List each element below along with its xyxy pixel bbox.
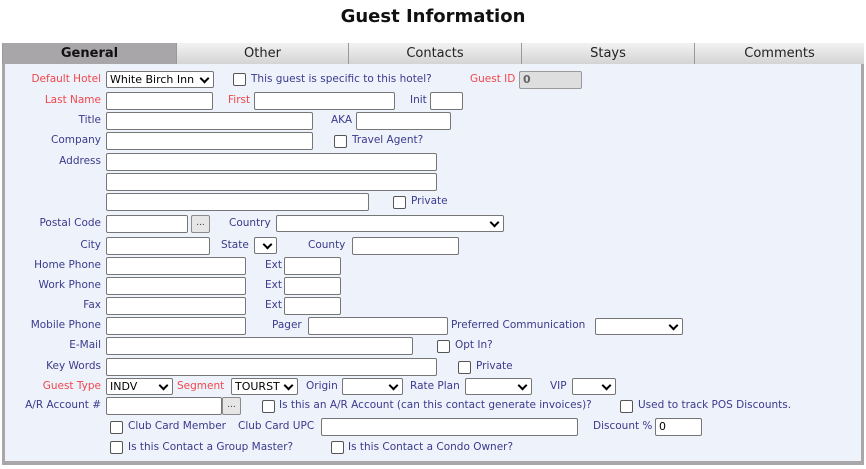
default-hotel-label: Default Hotel	[31, 73, 101, 85]
club-card-upc-input[interactable]	[321, 418, 578, 436]
fax-ext-input[interactable]	[284, 297, 341, 315]
last-name-label: Last Name	[44, 94, 101, 106]
address-line2-input[interactable]	[106, 173, 437, 191]
country-select[interactable]	[276, 215, 504, 232]
club-card-member-checkbox[interactable]	[110, 421, 123, 434]
club-card-member-label: Club Card Member	[128, 420, 226, 432]
city-input[interactable]	[106, 237, 210, 255]
work-ext-label: Ext	[265, 279, 282, 291]
state-select[interactable]	[254, 237, 277, 254]
address-private-label: Private	[411, 195, 448, 207]
mobile-phone-input[interactable]	[106, 317, 246, 335]
address-line1-input[interactable]	[106, 153, 437, 171]
postal-code-label: Postal Code	[39, 217, 101, 229]
ar-account-input[interactable]	[106, 397, 222, 415]
country-label: Country	[229, 217, 271, 229]
tab-comments[interactable]: Comments	[694, 43, 864, 64]
condo-owner-checkbox[interactable]	[331, 441, 344, 454]
default-hotel-select[interactable]: White Birch Inn	[106, 71, 214, 88]
key-words-private-label: Private	[476, 360, 513, 372]
origin-label: Origin	[306, 380, 338, 392]
hotel-specific-label: This guest is specific to this hotel?	[251, 73, 432, 85]
is-ar-account-label: Is this an A/R Account (can this contact…	[279, 399, 592, 411]
hotel-specific-checkbox[interactable]	[233, 73, 246, 86]
is-ar-account-checkbox[interactable]	[262, 400, 275, 413]
email-input[interactable]	[106, 337, 413, 355]
tab-stays[interactable]: Stays	[521, 43, 694, 64]
pager-label: Pager	[272, 319, 302, 331]
address-label: Address	[59, 155, 101, 167]
rate-plan-select[interactable]	[465, 378, 532, 395]
discount-input[interactable]: 0	[655, 418, 702, 436]
company-label: Company	[51, 134, 101, 146]
home-phone-label: Home Phone	[34, 259, 101, 271]
postal-lookup-button[interactable]: ...	[191, 215, 210, 233]
discount-label: Discount %	[593, 420, 653, 432]
club-card-upc-label: Club Card UPC	[238, 420, 315, 432]
aka-input[interactable]	[356, 112, 451, 130]
guest-id-input: 0	[519, 71, 582, 89]
group-master-checkbox[interactable]	[110, 441, 123, 454]
fax-label: Fax	[83, 299, 101, 311]
opt-in-checkbox[interactable]	[437, 340, 450, 353]
guest-type-select[interactable]: INDV	[106, 378, 173, 395]
rate-plan-label: Rate Plan	[410, 380, 460, 392]
county-input[interactable]	[352, 237, 459, 255]
guest-id-label: Guest ID	[470, 73, 516, 85]
tab-contacts[interactable]: Contacts	[348, 43, 521, 64]
segment-label: Segment	[177, 380, 225, 392]
state-label: State	[221, 239, 249, 251]
travel-agent-label: Travel Agent?	[352, 134, 424, 146]
vip-label: VIP	[550, 380, 567, 392]
pos-discounts-label: Used to track POS Discounts.	[638, 399, 792, 411]
key-words-input[interactable]	[106, 358, 437, 376]
postal-code-input[interactable]	[106, 215, 188, 233]
last-name-input[interactable]	[106, 92, 213, 110]
address-line3-input[interactable]	[106, 193, 369, 211]
first-name-label: First	[228, 94, 251, 106]
email-label: E-Mail	[69, 339, 101, 351]
segment-select[interactable]: TOURST	[231, 378, 298, 395]
company-input[interactable]	[106, 132, 313, 150]
first-name-input[interactable]	[254, 92, 395, 110]
tab-general[interactable]: General	[2, 43, 176, 64]
guest-type-label: Guest Type	[42, 380, 101, 392]
title-label: Title	[78, 114, 101, 126]
work-phone-input[interactable]	[106, 277, 246, 295]
key-words-private-checkbox[interactable]	[458, 361, 471, 374]
key-words-label: Key Words	[46, 360, 101, 372]
ar-lookup-button[interactable]: ...	[222, 397, 241, 415]
ar-account-label: A/R Account #	[25, 399, 101, 411]
preferred-communication-label: Preferred Communication	[451, 319, 586, 331]
fax-ext-label: Ext	[265, 299, 282, 311]
opt-in-label: Opt In?	[455, 339, 493, 351]
mobile-phone-label: Mobile Phone	[30, 319, 101, 331]
group-master-label: Is this Contact a Group Master?	[128, 441, 294, 453]
title-input[interactable]	[106, 112, 313, 130]
pager-input[interactable]	[308, 317, 448, 335]
home-phone-input[interactable]	[106, 257, 246, 275]
init-input[interactable]	[430, 92, 463, 110]
tab-other[interactable]: Other	[176, 43, 348, 64]
init-label: Init	[410, 94, 427, 106]
home-ext-label: Ext	[265, 259, 282, 271]
preferred-communication-select[interactable]	[595, 318, 683, 335]
origin-select[interactable]	[342, 378, 403, 395]
work-ext-input[interactable]	[284, 277, 341, 295]
work-phone-label: Work Phone	[38, 279, 101, 291]
address-private-checkbox[interactable]	[393, 196, 406, 209]
pos-discounts-checkbox[interactable]	[620, 400, 633, 413]
aka-label: AKA	[331, 114, 353, 126]
county-label: County	[308, 239, 346, 251]
travel-agent-checkbox[interactable]	[334, 135, 347, 148]
vip-select[interactable]	[572, 378, 616, 395]
home-ext-input[interactable]	[284, 257, 341, 275]
page-title: Guest Information	[340, 6, 526, 27]
condo-owner-label: Is this Contact a Condo Owner?	[348, 441, 514, 453]
fax-input[interactable]	[106, 297, 246, 315]
city-label: City	[80, 239, 101, 251]
